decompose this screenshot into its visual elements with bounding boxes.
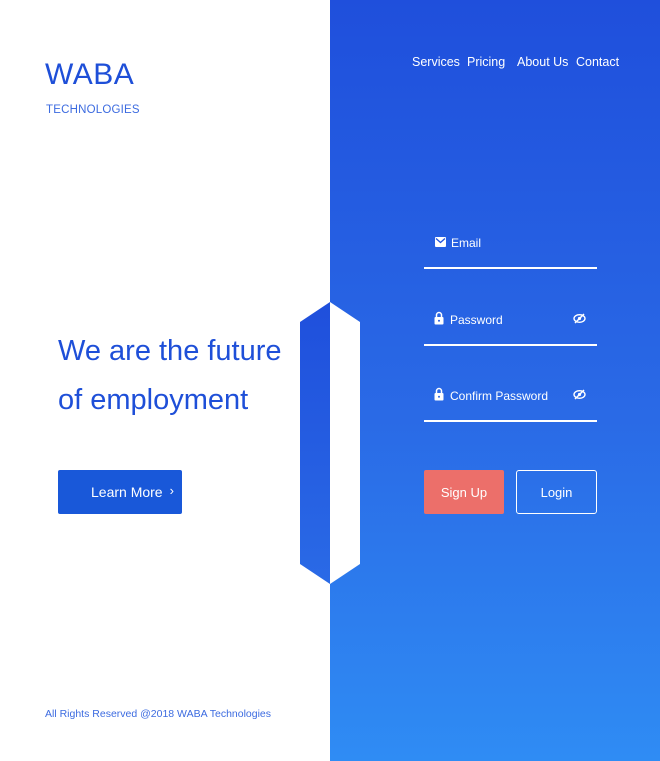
chevron-right-icon: ›	[169, 483, 174, 498]
hero-line-2: of employment	[58, 384, 249, 416]
right-panel	[330, 0, 660, 761]
learn-more-button[interactable]: Learn More ›	[58, 470, 182, 514]
eye-off-icon[interactable]	[573, 312, 586, 325]
confirm-password-underline	[424, 420, 597, 422]
sign-up-label: Sign Up	[440, 484, 488, 500]
hero-line-1: We are the future	[58, 335, 282, 367]
logo-title: WABA	[45, 58, 135, 91]
lock-icon	[434, 311, 444, 325]
eye-off-icon[interactable]	[573, 388, 586, 401]
nav-pricing[interactable]: Pricing	[467, 55, 505, 69]
password-underline	[424, 344, 597, 346]
login-label: Login	[540, 484, 573, 500]
email-underline	[424, 267, 597, 269]
sign-up-button[interactable]: Sign Up	[424, 470, 504, 514]
envelope-icon	[435, 237, 446, 247]
hero-heading: We are the future of employment	[58, 327, 298, 425]
nav-contact[interactable]: Contact	[576, 55, 619, 69]
nav-about-us[interactable]: About Us	[517, 55, 568, 69]
lock-icon	[434, 387, 444, 401]
password-label: Password	[450, 313, 503, 327]
footer-copyright: All Rights Reserved @2018 WABA Technolog…	[45, 708, 272, 720]
logo-subtitle: TECHNOLOGIES	[46, 104, 140, 116]
hexagon-divider	[300, 302, 360, 584]
confirm-password-label: Confirm Password	[450, 389, 549, 403]
learn-more-label: Learn More	[91, 484, 163, 500]
login-button[interactable]: Login	[516, 470, 597, 514]
email-label: Email	[451, 236, 482, 250]
nav-services[interactable]: Services	[412, 55, 460, 69]
